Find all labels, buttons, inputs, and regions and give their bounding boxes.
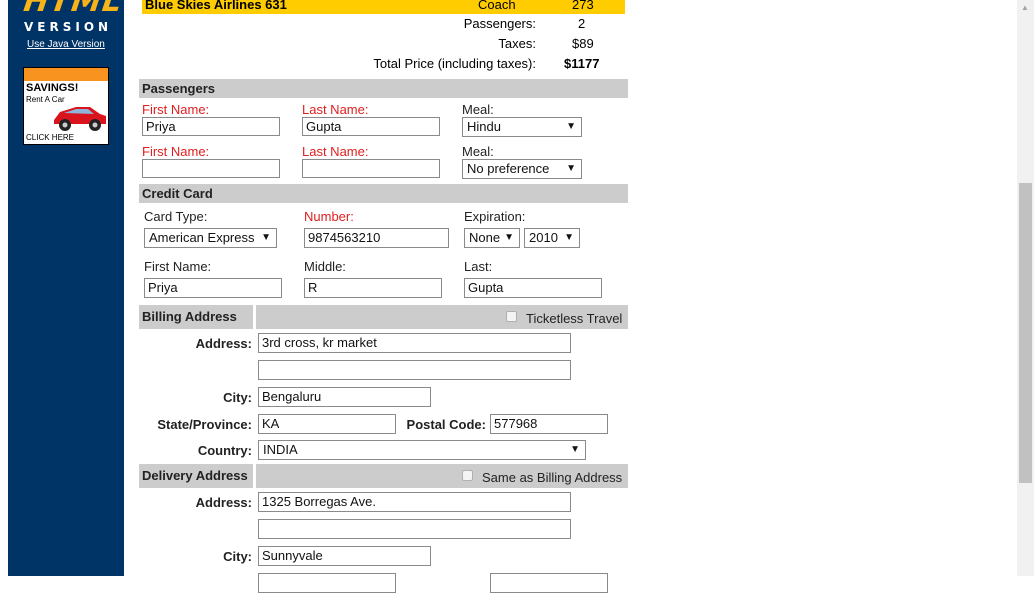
dropdown-arrow-icon: ▼ [504,232,514,243]
billing-postal-input[interactable]: 577968 [490,414,608,434]
dropdown-arrow-icon: ▼ [566,121,576,132]
delivery-state-input[interactable] [258,573,396,593]
dropdown-arrow-icon: ▼ [261,232,271,243]
passenger2-meal-value: No preference [467,161,550,176]
passenger2-first-name-input[interactable] [142,159,280,178]
dropdown-arrow-icon: ▼ [570,444,580,455]
card-first-name-label: First Name: [144,259,212,274]
card-type-select[interactable]: American Express ▼ [144,228,277,248]
delivery-section-title: Delivery Address [142,468,248,483]
passenger1-first-name-label: First Name: [142,102,210,117]
passenger1-last-name-input[interactable]: Gupta [302,117,440,136]
flight-class: Coach [478,0,516,12]
car-icon [54,107,106,131]
expiration-month-value: None [469,230,501,245]
ad-title: SAVINGS! [26,82,79,94]
billing-country-select[interactable]: INDIA ▼ [258,440,586,460]
passenger2-meal-select[interactable]: No preference ▼ [462,159,582,179]
billing-address2-input[interactable] [258,360,571,380]
total-price-value: $1177 [564,56,600,71]
card-last-name-input[interactable]: Gupta [464,278,602,298]
same-as-billing-label: Same as Billing Address [482,470,623,485]
taxes-label: Taxes: [498,36,536,51]
taxes-value: $89 [572,36,594,51]
passenger1-meal-label: Meal: [462,102,494,117]
ticketless-travel-label: Ticketless Travel [526,311,623,326]
credit-card-section-title: Credit Card [142,186,213,201]
expiration-year-select[interactable]: 2010 ▼ [524,228,580,248]
billing-city-input[interactable]: Bengaluru [258,387,431,407]
passenger1-meal-select[interactable]: Hindu ▼ [462,117,582,137]
dropdown-arrow-icon: ▼ [564,232,574,243]
passenger2-meal-label: Meal: [462,144,494,159]
billing-city-label: City: [223,390,252,405]
delivery-city-label: City: [223,549,252,564]
passenger2-last-name-label: Last Name: [302,144,369,159]
delivery-address1-input[interactable]: 1325 Borregas Ave. [258,492,571,512]
expiration-month-select[interactable]: None ▼ [464,228,520,248]
expiration-label: Expiration: [464,209,526,224]
card-number-label: Number: [304,209,354,224]
scrollbar-thumb[interactable] [1019,183,1032,483]
card-type-label: Card Type: [144,209,208,224]
left-margin [0,0,8,576]
card-middle-name-label: Middle: [304,259,346,274]
dropdown-arrow-icon: ▼ [566,163,576,174]
same-as-billing-checkbox[interactable] [462,470,473,481]
html-logo: HTML [21,0,126,19]
rent-a-car-ad[interactable]: SAVINGS! Rent A Car CLICK HERE [23,67,109,145]
billing-state-label: State/Province: [157,417,252,432]
ad-header-stripe [24,68,108,81]
passengers-count-label: Passengers: [463,16,536,31]
passengers-count-value: 2 [578,16,586,31]
flight-seats: 273 [572,0,594,12]
delivery-address2-input[interactable] [258,519,571,539]
card-number-input[interactable]: 9874563210 [304,228,449,248]
delivery-city-input[interactable]: Sunnyvale [258,546,431,566]
delivery-postal-input[interactable] [490,573,608,593]
ad-cta: CLICK HERE [26,133,75,142]
passenger1-last-name-label: Last Name: [302,102,369,117]
scroll-up-arrow-icon[interactable]: ▲ [1021,3,1029,12]
passengers-section-title: Passengers [142,81,215,96]
billing-address1-input[interactable]: 3rd cross, kr market [258,333,571,353]
billing-address-label: Address: [195,336,252,351]
billing-country-label: Country: [197,443,252,458]
billing-section-title: Billing Address [142,309,237,324]
card-last-name-label: Last: [464,259,493,274]
passenger1-meal-value: Hindu [467,119,501,134]
billing-country-value: INDIA [263,442,298,457]
passenger2-last-name-input[interactable] [302,159,440,178]
passenger2-first-name-label: First Name: [142,144,210,159]
delivery-address-label: Address: [195,495,252,510]
billing-postal-label: Postal Code: [406,417,486,432]
expiration-year-value: 2010 [529,230,558,245]
card-first-name-input[interactable]: Priya [144,278,282,298]
card-middle-name-input[interactable]: R [304,278,442,298]
use-java-version-link[interactable]: Use Java Version [27,39,105,50]
billing-state-input[interactable]: KA [258,414,396,434]
ticketless-travel-checkbox[interactable] [506,311,517,322]
card-type-value: American Express [149,230,255,245]
total-price-label: Total Price (including taxes): [373,56,536,71]
flight-name: Blue Skies Airlines 631 [145,0,287,12]
version-logo: VERSION [24,20,113,34]
passenger1-first-name-input[interactable]: Priya [142,117,280,136]
